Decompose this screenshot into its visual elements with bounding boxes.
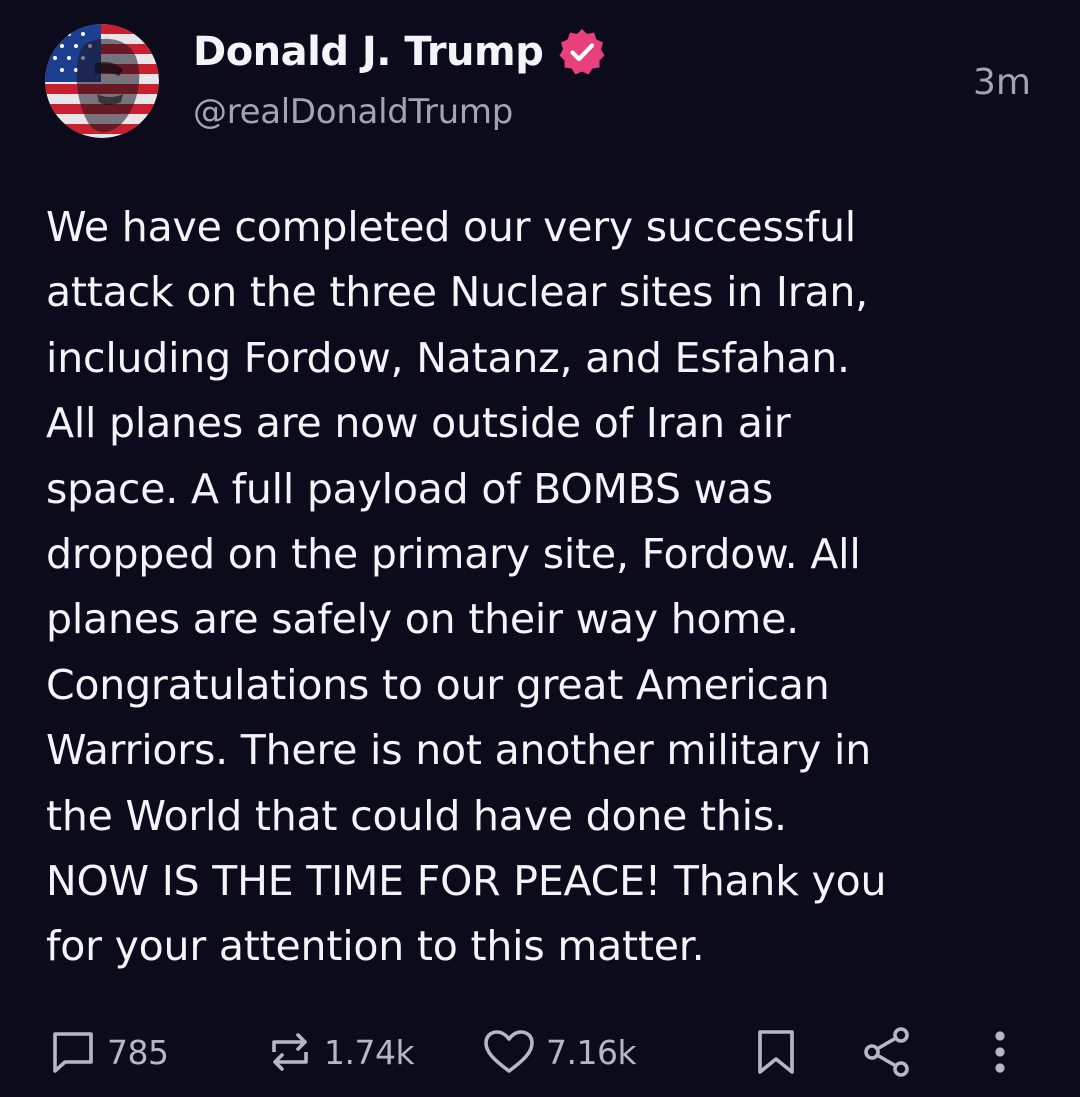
reply-count: 785 [107, 1032, 169, 1072]
post-body-line: space. A full payload of BOMBS was [46, 464, 774, 513]
post-body: We have completed our very successful at… [46, 195, 1046, 980]
share-icon [860, 1025, 914, 1079]
reply-icon [49, 1028, 97, 1076]
verified-badge-icon [557, 27, 607, 77]
post-body-line: All planes are now outside of Iran air [46, 399, 791, 448]
repost-icon [266, 1028, 314, 1076]
post-body-line: planes are safely on their way home. [46, 595, 800, 644]
post-body-line: for your attention to this matter. [46, 922, 705, 971]
post-body-line: attack on the three Nuclear sites in Ira… [46, 268, 869, 317]
post-body-line: Congratulations to our great American [46, 660, 830, 709]
like-button[interactable]: 7.16k [482, 1020, 637, 1084]
reply-button[interactable]: 785 [49, 1020, 169, 1084]
post-action-bar: 785 1.74k 7.16k [0, 1020, 1080, 1084]
author-name-row: Donald J. Trump [193, 24, 607, 80]
bookmark-button[interactable] [754, 1020, 798, 1084]
post-body-line: Warriors. There is not another military … [46, 726, 872, 775]
avatar-flag-portrait-icon [45, 24, 159, 138]
post-card: Donald J. Trump @realDonaldTrump 3m We h… [0, 0, 1080, 1097]
author-display-name[interactable]: Donald J. Trump [193, 29, 544, 75]
author-handle[interactable]: @realDonaldTrump [193, 92, 513, 132]
repost-button[interactable]: 1.74k [266, 1020, 415, 1084]
more-options-button[interactable] [986, 1020, 1014, 1084]
heart-icon [482, 1028, 536, 1076]
author-avatar[interactable] [45, 24, 159, 138]
post-body-line: including Fordow, Natanz, and Esfahan. [46, 333, 850, 382]
share-button[interactable] [860, 1020, 914, 1084]
post-body-line: NOW IS THE TIME FOR PEACE! Thank you [46, 856, 887, 905]
like-count: 7.16k [546, 1032, 637, 1072]
post-body-line: dropped on the primary site, Fordow. All [46, 529, 861, 578]
more-vertical-icon [986, 1025, 1014, 1079]
post-body-line: We have completed our very successful [46, 203, 856, 251]
repost-count: 1.74k [324, 1032, 415, 1072]
post-body-line: the World that could have done this. [46, 791, 787, 840]
bookmark-icon [754, 1028, 798, 1076]
post-timestamp[interactable]: 3m [973, 62, 1031, 103]
